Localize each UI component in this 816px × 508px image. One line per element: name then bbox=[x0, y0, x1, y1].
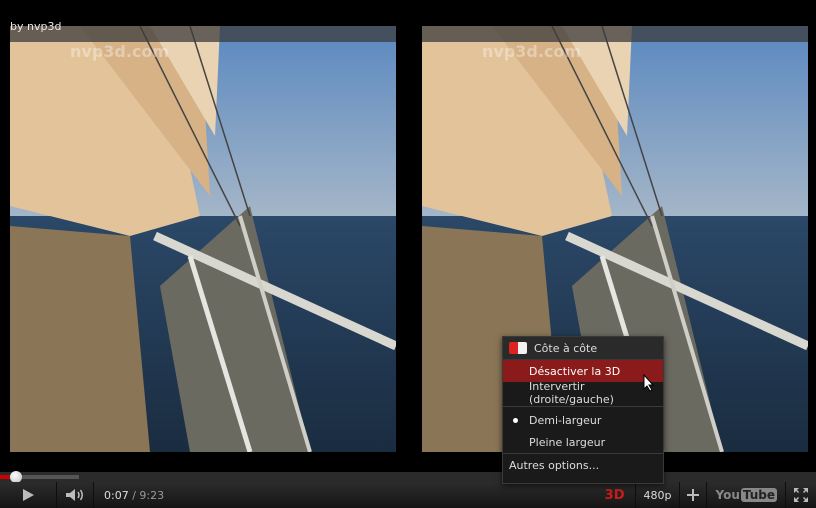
video-byline: by nvp3d bbox=[10, 20, 62, 33]
sailing-scene-left bbox=[10, 26, 396, 452]
menu-item-half-width[interactable]: Demi-largeur bbox=[503, 409, 663, 431]
frame-top-bar bbox=[10, 26, 396, 42]
progress-played bbox=[0, 475, 11, 479]
progress-bar[interactable] bbox=[0, 471, 816, 483]
menu-item-swap-eyes[interactable]: Intervertir (droite/gauche) bbox=[503, 380, 663, 406]
mouse-cursor-icon bbox=[643, 374, 655, 392]
menu-divider bbox=[503, 406, 663, 407]
plus-icon bbox=[687, 489, 700, 501]
video-area[interactable]: by nvp3d nvp3d.com nvp3d.com bbox=[0, 0, 816, 472]
player-controls: 0:07 / 9:23 3D 480p You Tube bbox=[0, 482, 816, 508]
youtube-logo[interactable]: You Tube bbox=[707, 482, 786, 508]
current-time: 0:07 bbox=[104, 488, 129, 502]
volume-button[interactable] bbox=[57, 482, 94, 508]
frame-top-bar bbox=[422, 26, 808, 42]
fullscreen-icon bbox=[794, 488, 808, 502]
play-button[interactable] bbox=[0, 482, 57, 508]
left-eye-frame: nvp3d.com bbox=[10, 26, 396, 452]
menu-header[interactable]: Côte à côte bbox=[503, 337, 663, 360]
selected-dot-icon bbox=[513, 418, 518, 423]
watermark-left: nvp3d.com bbox=[70, 42, 170, 61]
menu-item-full-width[interactable]: Pleine largeur bbox=[503, 431, 663, 453]
volume-icon bbox=[66, 489, 83, 501]
menu-item-more-options[interactable]: Autres options... bbox=[503, 453, 663, 476]
3d-button[interactable]: 3D bbox=[595, 482, 636, 508]
watermark-right: nvp3d.com bbox=[482, 42, 582, 61]
menu-item-label: Pleine largeur bbox=[529, 435, 606, 449]
time-display: 0:07 / 9:23 bbox=[94, 489, 164, 502]
menu-item-label: Demi-largeur bbox=[529, 413, 602, 427]
menu-item-label: Désactiver la 3D bbox=[529, 364, 621, 378]
quality-button[interactable]: 480p bbox=[636, 482, 681, 508]
menu-item-disable-3d[interactable]: Désactiver la 3D bbox=[503, 360, 663, 382]
menu-title: Côte à côte bbox=[534, 341, 598, 355]
stereo-mode-icon bbox=[509, 342, 527, 354]
duration: / 9:23 bbox=[132, 488, 165, 502]
fullscreen-button[interactable] bbox=[786, 482, 816, 508]
add-button[interactable] bbox=[680, 482, 708, 508]
play-icon bbox=[23, 489, 34, 501]
stereo-3d-menu: Côte à côte Désactiver la 3D Intervertir… bbox=[502, 336, 664, 484]
menu-item-label: Autres options... bbox=[509, 458, 600, 472]
